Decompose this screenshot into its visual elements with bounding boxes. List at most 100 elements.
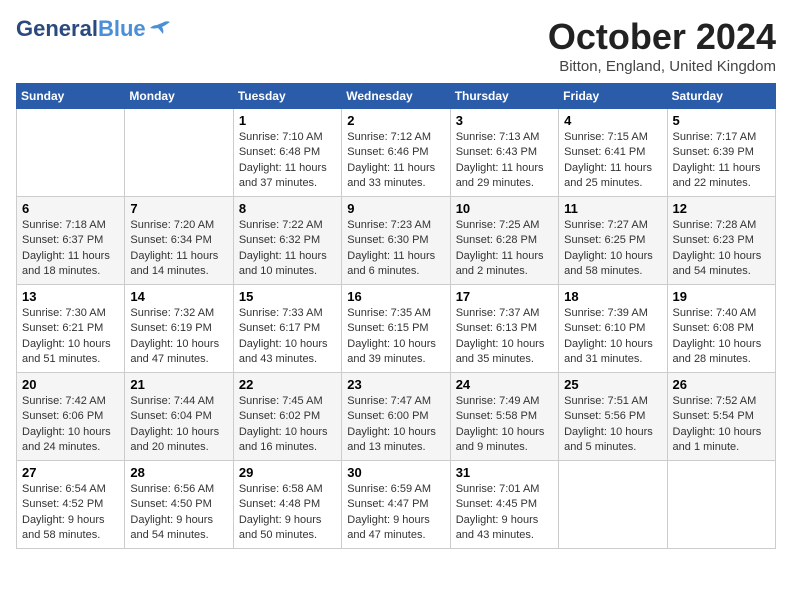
day-number: 9 [347, 201, 444, 216]
day-info: Sunrise: 7:01 AM Sunset: 4:45 PM Dayligh… [456, 482, 553, 544]
location-subtitle: Bitton, England, United Kingdom [548, 58, 776, 75]
day-info: Sunrise: 7:28 AM Sunset: 6:23 PM Dayligh… [673, 218, 770, 280]
calendar-cell: 25 Sunrise: 7:51 AM Sunset: 5:56 PM Dayli… [559, 373, 667, 461]
calendar-week-row: 13Sunrise: 7:30 AM Sunset: 6:21 PM Dayli… [17, 285, 776, 373]
day-info: Sunrise: 7:15 AM Sunset: 6:41 PM Dayligh… [564, 130, 661, 192]
day-number: 6 [22, 201, 119, 216]
day-info: Sunrise: 7:33 AM Sunset: 6:17 PM Dayligh… [239, 306, 336, 368]
day-number: 25 [564, 377, 661, 392]
calendar-cell [17, 109, 125, 197]
day-number: 20 [22, 377, 119, 392]
day-info: Sunrise: 7:37 AM Sunset: 6:13 PM Dayligh… [456, 306, 553, 368]
calendar-cell: 20 Sunrise: 7:42 AM Sunset: 6:06 PM Dayli… [17, 373, 125, 461]
calendar-cell: 3Sunrise: 7:13 AM Sunset: 6:43 PM Daylig… [450, 109, 558, 197]
weekday-header-friday: Friday [559, 84, 667, 109]
calendar-cell: 14 Sunrise: 7:32 AM Sunset: 6:19 PM Dayli… [125, 285, 233, 373]
calendar-cell: 5 Sunrise: 7:17 AM Sunset: 6:39 PM Daylig… [667, 109, 775, 197]
calendar-cell: 23 Sunrise: 7:47 AM Sunset: 6:00 PM Dayli… [342, 373, 450, 461]
day-number: 2 [347, 113, 444, 128]
calendar-week-row: 1 Sunrise: 7:10 AM Sunset: 6:48 PM Daylig… [17, 109, 776, 197]
day-number: 15 [239, 289, 336, 304]
calendar-cell: 9 Sunrise: 7:23 AM Sunset: 6:30 PM Daylig… [342, 197, 450, 285]
day-info: Sunrise: 7:27 AM Sunset: 6:25 PM Dayligh… [564, 218, 661, 280]
weekday-header-wednesday: Wednesday [342, 84, 450, 109]
calendar-cell: 30Sunrise: 6:59 AM Sunset: 4:47 PM Dayli… [342, 461, 450, 549]
logo: General Blue [16, 16, 170, 42]
day-number: 13 [22, 289, 119, 304]
day-number: 14 [130, 289, 227, 304]
calendar-week-row: 27Sunrise: 6:54 AM Sunset: 4:52 PM Dayli… [17, 461, 776, 549]
calendar-cell: 16Sunrise: 7:35 AM Sunset: 6:15 PM Dayli… [342, 285, 450, 373]
calendar-cell: 15 Sunrise: 7:33 AM Sunset: 6:17 PM Dayli… [233, 285, 341, 373]
calendar-cell: 12 Sunrise: 7:28 AM Sunset: 6:23 PM Dayli… [667, 197, 775, 285]
day-info: Sunrise: 7:40 AM Sunset: 6:08 PM Dayligh… [673, 306, 770, 368]
day-info: Sunrise: 7:35 AM Sunset: 6:15 PM Dayligh… [347, 306, 444, 368]
day-info: Sunrise: 7:17 AM Sunset: 6:39 PM Dayligh… [673, 130, 770, 192]
day-number: 24 [456, 377, 553, 392]
day-number: 12 [673, 201, 770, 216]
calendar-cell: 29 Sunrise: 6:58 AM Sunset: 4:48 PM Dayli… [233, 461, 341, 549]
day-number: 22 [239, 377, 336, 392]
day-number: 23 [347, 377, 444, 392]
day-number: 4 [564, 113, 661, 128]
calendar-cell: 1 Sunrise: 7:10 AM Sunset: 6:48 PM Daylig… [233, 109, 341, 197]
calendar-cell: 22 Sunrise: 7:45 AM Sunset: 6:02 PM Dayli… [233, 373, 341, 461]
day-number: 3 [456, 113, 553, 128]
day-number: 27 [22, 465, 119, 480]
calendar-cell: 31 Sunrise: 7:01 AM Sunset: 4:45 PM Dayli… [450, 461, 558, 549]
calendar-cell: 28 Sunrise: 6:56 AM Sunset: 4:50 PM Dayli… [125, 461, 233, 549]
day-number: 29 [239, 465, 336, 480]
day-number: 5 [673, 113, 770, 128]
calendar-cell: 2Sunrise: 7:12 AM Sunset: 6:46 PM Daylig… [342, 109, 450, 197]
calendar-week-row: 20 Sunrise: 7:42 AM Sunset: 6:06 PM Dayli… [17, 373, 776, 461]
calendar-cell: 17 Sunrise: 7:37 AM Sunset: 6:13 PM Dayli… [450, 285, 558, 373]
day-number: 10 [456, 201, 553, 216]
day-info: Sunrise: 7:42 AM Sunset: 6:06 PM Dayligh… [22, 394, 119, 456]
month-title: October 2024 [548, 16, 776, 58]
day-number: 1 [239, 113, 336, 128]
weekday-header-thursday: Thursday [450, 84, 558, 109]
calendar-cell: 13Sunrise: 7:30 AM Sunset: 6:21 PM Dayli… [17, 285, 125, 373]
calendar-cell: 27Sunrise: 6:54 AM Sunset: 4:52 PM Dayli… [17, 461, 125, 549]
day-info: Sunrise: 7:39 AM Sunset: 6:10 PM Dayligh… [564, 306, 661, 368]
day-info: Sunrise: 7:20 AM Sunset: 6:34 PM Dayligh… [130, 218, 227, 280]
calendar-cell: 26Sunrise: 7:52 AM Sunset: 5:54 PM Dayli… [667, 373, 775, 461]
day-info: Sunrise: 6:56 AM Sunset: 4:50 PM Dayligh… [130, 482, 227, 544]
calendar-week-row: 6 Sunrise: 7:18 AM Sunset: 6:37 PM Daylig… [17, 197, 776, 285]
weekday-header-monday: Monday [125, 84, 233, 109]
day-info: Sunrise: 7:51 AM Sunset: 5:56 PM Dayligh… [564, 394, 661, 456]
calendar-cell: 7 Sunrise: 7:20 AM Sunset: 6:34 PM Daylig… [125, 197, 233, 285]
day-info: Sunrise: 7:25 AM Sunset: 6:28 PM Dayligh… [456, 218, 553, 280]
day-info: Sunrise: 7:18 AM Sunset: 6:37 PM Dayligh… [22, 218, 119, 280]
page-header: General Blue October 2024 Bitton, Englan… [16, 16, 776, 75]
day-info: Sunrise: 7:10 AM Sunset: 6:48 PM Dayligh… [239, 130, 336, 192]
day-info: Sunrise: 7:49 AM Sunset: 5:58 PM Dayligh… [456, 394, 553, 456]
weekday-header-saturday: Saturday [667, 84, 775, 109]
logo-general: General [16, 16, 98, 42]
weekday-header-row: SundayMondayTuesdayWednesdayThursdayFrid… [17, 84, 776, 109]
calendar-cell [559, 461, 667, 549]
day-info: Sunrise: 6:58 AM Sunset: 4:48 PM Dayligh… [239, 482, 336, 544]
day-number: 21 [130, 377, 227, 392]
calendar-cell [125, 109, 233, 197]
day-info: Sunrise: 7:52 AM Sunset: 5:54 PM Dayligh… [673, 394, 770, 456]
title-block: October 2024 Bitton, England, United Kin… [548, 16, 776, 75]
weekday-header-tuesday: Tuesday [233, 84, 341, 109]
day-number: 17 [456, 289, 553, 304]
day-number: 28 [130, 465, 227, 480]
day-info: Sunrise: 7:47 AM Sunset: 6:00 PM Dayligh… [347, 394, 444, 456]
day-number: 8 [239, 201, 336, 216]
calendar-cell [667, 461, 775, 549]
day-number: 19 [673, 289, 770, 304]
day-number: 31 [456, 465, 553, 480]
calendar-cell: 11Sunrise: 7:27 AM Sunset: 6:25 PM Dayli… [559, 197, 667, 285]
day-number: 7 [130, 201, 227, 216]
calendar-table: SundayMondayTuesdayWednesdayThursdayFrid… [16, 83, 776, 549]
calendar-cell: 10 Sunrise: 7:25 AM Sunset: 6:28 PM Dayli… [450, 197, 558, 285]
day-info: Sunrise: 7:45 AM Sunset: 6:02 PM Dayligh… [239, 394, 336, 456]
day-info: Sunrise: 7:32 AM Sunset: 6:19 PM Dayligh… [130, 306, 227, 368]
calendar-cell: 19 Sunrise: 7:40 AM Sunset: 6:08 PM Dayli… [667, 285, 775, 373]
day-number: 30 [347, 465, 444, 480]
day-info: Sunrise: 7:23 AM Sunset: 6:30 PM Dayligh… [347, 218, 444, 280]
day-number: 18 [564, 289, 661, 304]
